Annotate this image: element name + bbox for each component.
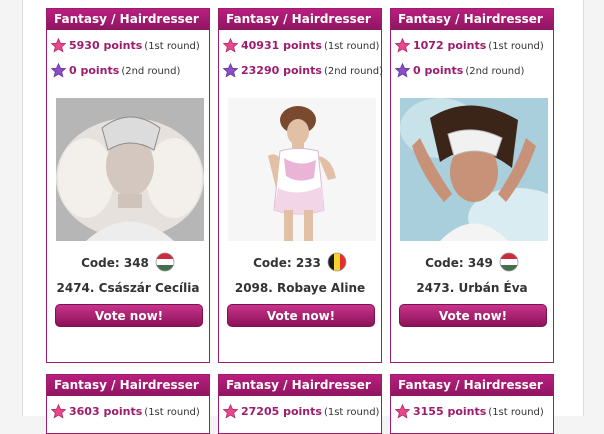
- vote-button[interactable]: Vote now!: [399, 304, 547, 327]
- purple-star-icon: [222, 62, 239, 78]
- points-value: 5930 points: [69, 39, 143, 52]
- entry-photo[interactable]: [228, 98, 376, 241]
- pink-star-icon: [222, 403, 239, 419]
- card-category-header: Fantasy / Hairdresser: [391, 9, 553, 30]
- round-label: (1st round): [144, 41, 200, 52]
- round1-points: 5930 points (1st round): [50, 37, 200, 55]
- pink-star-icon: [222, 37, 239, 53]
- points-value: 0 points: [69, 64, 120, 77]
- card-category-header: Fantasy / Hairdresser: [47, 375, 209, 396]
- entry-card: Fantasy / Hairdresser 5930 points (1st ro…: [46, 8, 210, 363]
- hungary-flag-icon: [499, 252, 519, 272]
- round1-points: 3603 points (1st round): [50, 403, 200, 421]
- points-value: 40931 points: [241, 39, 322, 52]
- round-label: (1st round): [488, 41, 544, 52]
- entry-card: Fantasy / Hairdresser 3155 points (1st ro…: [390, 374, 554, 434]
- round1-points: 3155 points (1st round): [394, 403, 544, 421]
- card-category-header: Fantasy / Hairdresser: [391, 375, 553, 396]
- round1-points: 40931 points (1st round): [222, 37, 380, 55]
- points-value: 27205 points: [241, 405, 322, 418]
- round1-points: 1072 points (1st round): [394, 37, 544, 55]
- round-label: (1st round): [488, 407, 544, 418]
- code-label: Code: 348: [81, 256, 149, 270]
- purple-star-icon: [50, 62, 67, 78]
- card-category-header: Fantasy / Hairdresser: [219, 9, 381, 30]
- round2-points: 0 points (2nd round): [50, 62, 181, 80]
- entrant-name: 2098. Robaye Aline: [234, 281, 366, 295]
- card-category-header: Fantasy / Hairdresser: [47, 9, 209, 30]
- hungary-flag-icon: [155, 252, 175, 272]
- belgium-flag-icon: [327, 252, 347, 272]
- entry-photo[interactable]: [56, 98, 204, 241]
- entry-code: Code: 348: [47, 252, 209, 274]
- points-value: 3155 points: [413, 405, 487, 418]
- card-category-header: Fantasy / Hairdresser: [219, 375, 381, 396]
- entry-card: Fantasy / Hairdresser 27205 points (1st r…: [218, 374, 382, 434]
- entry-code: Code: 349: [391, 252, 553, 274]
- points-value: 1072 points: [413, 39, 487, 52]
- entry-card: Fantasy / Hairdresser 1072 points (1st ro…: [390, 8, 554, 363]
- pink-star-icon: [394, 37, 411, 53]
- points-value: 23290 points: [241, 64, 322, 77]
- points-value: 3603 points: [69, 405, 143, 418]
- points-value: 0 points: [413, 64, 464, 77]
- purple-star-icon: [394, 62, 411, 78]
- pink-star-icon: [50, 403, 67, 419]
- entry-card: Fantasy / Hairdresser 3603 points (1st ro…: [46, 374, 210, 434]
- entrant-name: 2474. Császár Cecília: [56, 281, 200, 295]
- entrant-name: 2473. Urbán Éva: [416, 281, 528, 295]
- round-label: (2nd round): [323, 66, 383, 77]
- round-label: (1st round): [144, 407, 200, 418]
- round-label: (2nd round): [121, 66, 181, 77]
- entry-card: Fantasy / Hairdresser 40931 points (1st r…: [218, 8, 383, 363]
- vote-button[interactable]: Vote now!: [227, 304, 375, 327]
- entry-photo[interactable]: [400, 98, 548, 241]
- pink-star-icon: [394, 403, 411, 419]
- vote-button[interactable]: Vote now!: [55, 304, 203, 327]
- round2-points: 0 points (2nd round): [394, 62, 525, 80]
- round-label: (2nd round): [465, 66, 525, 77]
- round-label: (1st round): [323, 407, 380, 418]
- round-label: (1st round): [323, 41, 380, 52]
- pink-star-icon: [50, 37, 67, 53]
- entry-code: Code: 233: [219, 252, 381, 274]
- round1-points: 27205 points (1st round): [222, 403, 380, 421]
- code-label: Code: 349: [425, 256, 493, 270]
- code-label: Code: 233: [253, 256, 321, 270]
- round2-points: 23290 points (2nd round): [222, 62, 383, 80]
